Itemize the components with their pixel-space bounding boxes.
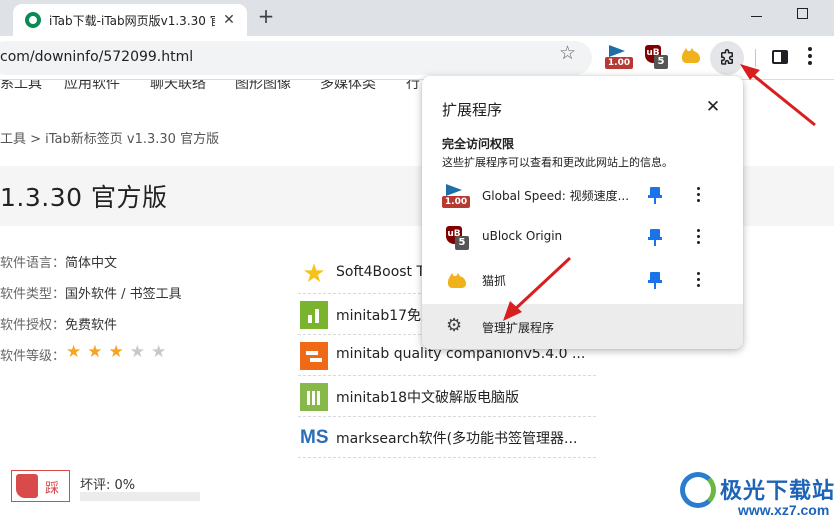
extension-name: uBlock Origin bbox=[482, 229, 563, 243]
minitab-icon bbox=[300, 301, 328, 329]
bad-review-text: 坏评: 0% bbox=[80, 478, 136, 493]
tab-title: iTab下载-iTab网页版v1.3.30 官 bbox=[49, 13, 215, 28]
nav-item[interactable]: 多媒体类 bbox=[320, 80, 376, 93]
extension-row-ublock[interactable]: uB 5 uBlock Origin bbox=[422, 217, 743, 259]
chrome-menu-icon[interactable] bbox=[808, 47, 814, 67]
cat-catch-extension-icon[interactable] bbox=[680, 45, 702, 67]
bookmark-star-icon[interactable]: ☆ bbox=[559, 43, 576, 63]
page-title: 1.3.30 官方版 bbox=[0, 183, 168, 212]
extension-row-global-speed[interactable]: 1.00 Global Speed: 视频速度... bbox=[422, 175, 743, 217]
url-text: com/downinfo/572099.html bbox=[0, 49, 194, 65]
access-description: 这些扩展程序可以查看和更改此网站上的信息。 bbox=[442, 156, 673, 169]
nav-item[interactable]: 系工具 bbox=[0, 80, 42, 93]
popup-title: 扩展程序 bbox=[442, 101, 503, 119]
pin-icon[interactable] bbox=[648, 272, 662, 290]
extensions-popup: 扩展程序 ✕ 完全访问权限 这些扩展程序可以查看和更改此网站上的信息。 1.00… bbox=[422, 76, 743, 349]
manage-extensions-label: 管理扩展程序 bbox=[482, 321, 555, 335]
watermark: 极光下载站 www.xz7.com bbox=[680, 470, 834, 520]
side-panel-icon[interactable] bbox=[772, 50, 788, 64]
speed-badge: 1.00 bbox=[605, 57, 633, 69]
more-options-icon[interactable] bbox=[696, 229, 702, 247]
extension-row-cat-catch[interactable]: 猫抓 bbox=[422, 260, 743, 302]
info-type: 软件类型：国外软件 / 书签工具 bbox=[0, 287, 182, 302]
browser-toolbar: com/downinfo/572099.html ☆ 1.00 uB 5 bbox=[0, 36, 834, 80]
minitab18-icon bbox=[300, 383, 328, 411]
thumbs-down-icon bbox=[16, 474, 38, 498]
ms-icon: MS bbox=[300, 427, 329, 448]
nav-item[interactable]: 聊天联络 bbox=[150, 80, 206, 93]
itab-favicon-icon bbox=[25, 12, 41, 28]
info-rating: 软件等级： bbox=[0, 349, 66, 364]
nav-item[interactable]: 图形图像 bbox=[235, 80, 291, 93]
ublock-badge: 5 bbox=[654, 55, 668, 69]
bad-review-bar bbox=[80, 492, 200, 501]
extension-name: Global Speed: 视频速度... bbox=[482, 189, 630, 203]
minimize-button[interactable] bbox=[745, 6, 769, 26]
toolbar-divider bbox=[755, 49, 756, 67]
browser-tab[interactable]: iTab下载-iTab网页版v1.3.30 官 ✕ bbox=[13, 4, 247, 36]
nav-item[interactable]: 应用软件 bbox=[64, 80, 120, 93]
cat-icon bbox=[446, 270, 472, 294]
star-icon: ★ bbox=[302, 259, 326, 289]
gear-icon: ⚙ bbox=[446, 315, 463, 336]
close-icon[interactable]: ✕ bbox=[704, 98, 722, 116]
ublock-extension-icon[interactable]: uB 5 bbox=[645, 45, 669, 69]
more-options-icon[interactable] bbox=[696, 272, 702, 290]
nav-item[interactable]: 行 bbox=[406, 80, 420, 93]
related-item[interactable]: minitab18中文破解版电脑版 bbox=[298, 377, 596, 417]
more-options-icon[interactable] bbox=[696, 187, 702, 205]
manage-extensions-button[interactable]: ⚙ 管理扩展程序 bbox=[422, 304, 743, 349]
pin-icon[interactable] bbox=[648, 187, 662, 205]
info-license: 软件授权：免费软件 bbox=[0, 318, 118, 333]
new-tab-button[interactable]: + bbox=[255, 6, 277, 28]
info-language: 软件语言：简体中文 bbox=[0, 256, 118, 271]
tab-close-icon[interactable]: ✕ bbox=[221, 12, 237, 28]
address-bar[interactable]: com/downinfo/572099.html bbox=[0, 41, 592, 75]
watermark-logo-icon bbox=[680, 472, 716, 508]
maximize-button[interactable] bbox=[797, 8, 808, 19]
global-speed-icon: 1.00 bbox=[442, 184, 470, 208]
tab-strip: iTab下载-iTab网页版v1.3.30 官 ✕ + bbox=[0, 0, 834, 36]
extensions-puzzle-icon[interactable] bbox=[710, 41, 744, 75]
rating-stars: ★★★★★ bbox=[66, 342, 173, 362]
global-speed-extension-icon[interactable]: 1.00 bbox=[605, 45, 633, 69]
extension-name: 猫抓 bbox=[482, 274, 507, 288]
breadcrumb[interactable]: 工具 > iTab新标签页 v1.3.30 官方版 bbox=[0, 128, 219, 147]
ublock-icon: uB 5 bbox=[446, 226, 472, 250]
access-heading: 完全访问权限 bbox=[442, 137, 515, 151]
dislike-button[interactable]: 踩 bbox=[11, 470, 70, 502]
pin-icon[interactable] bbox=[648, 229, 662, 247]
companion-icon bbox=[300, 342, 328, 370]
related-item[interactable]: MS marksearch软件(多功能书签管理器... bbox=[298, 418, 596, 458]
